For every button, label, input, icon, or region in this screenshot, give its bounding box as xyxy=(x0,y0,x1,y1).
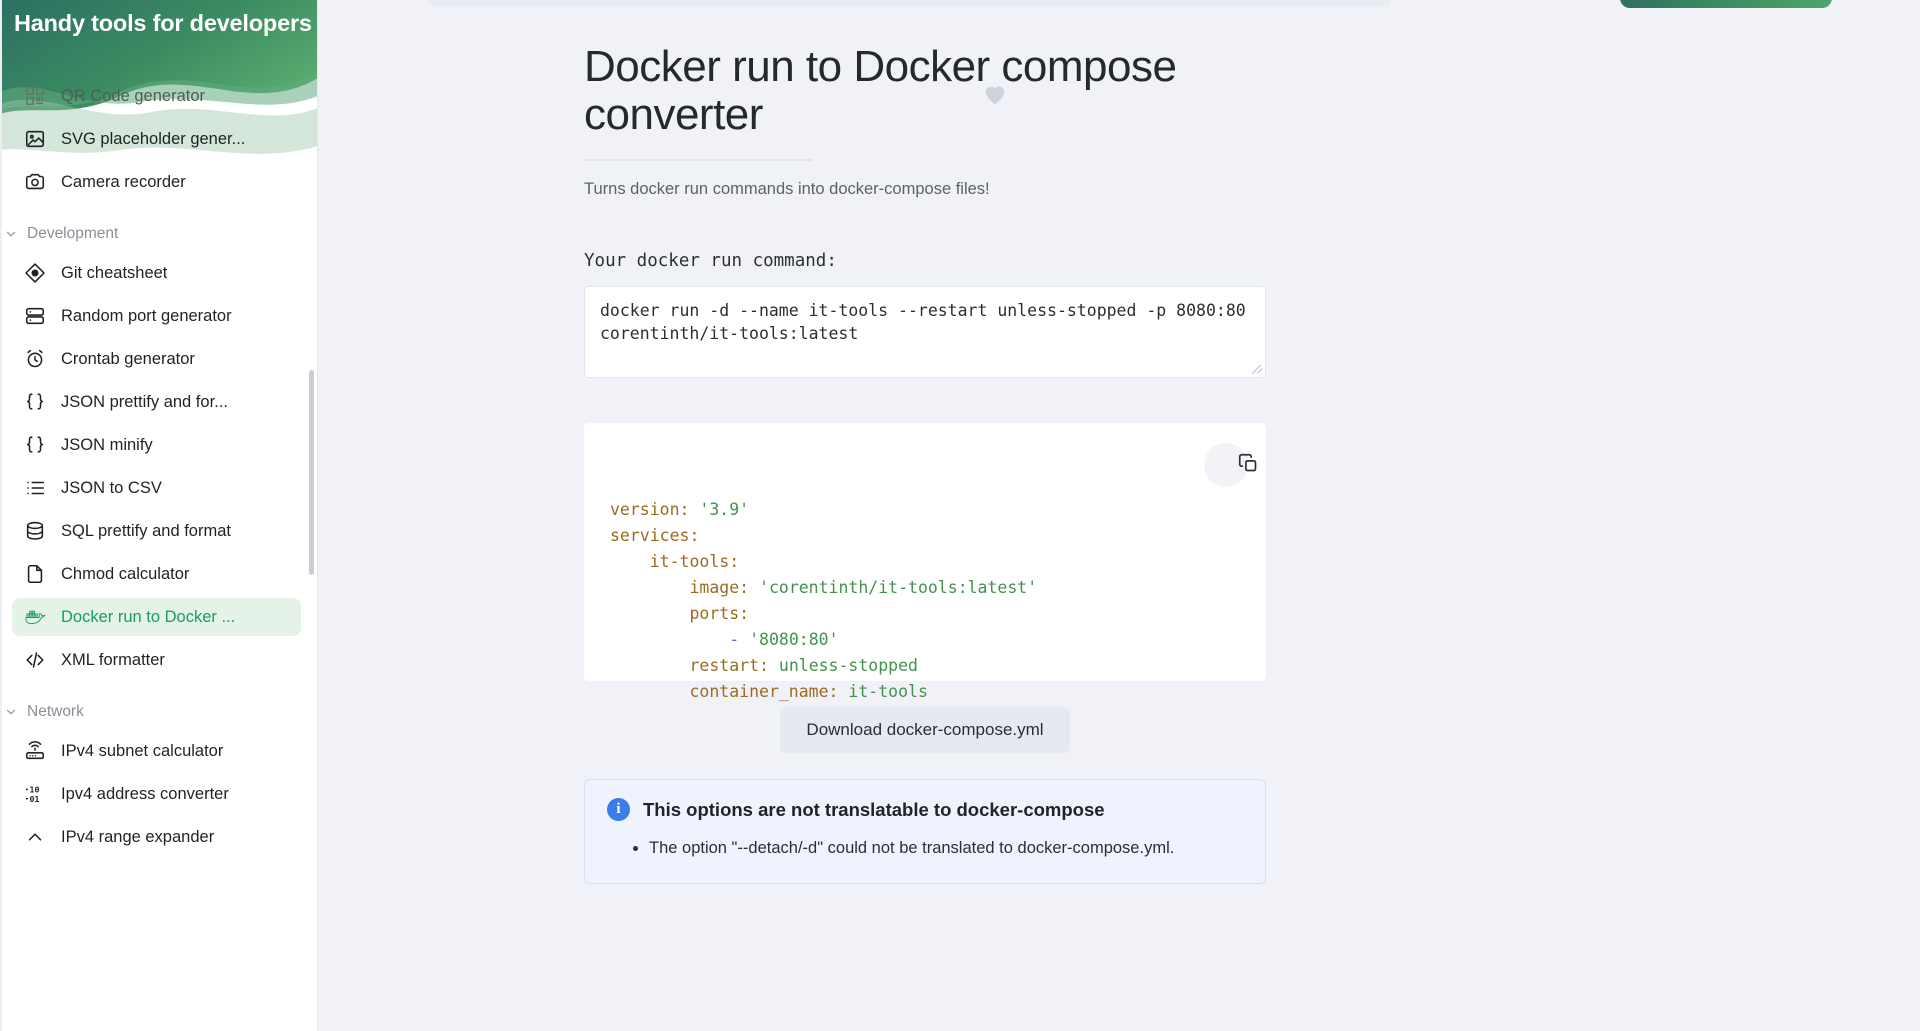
docker-icon xyxy=(24,606,46,628)
sidebar-item-camera-recorder[interactable]: Camera recorder xyxy=(12,163,301,201)
sidebar-item-git-cheatsheet[interactable]: Git cheatsheet xyxy=(12,254,301,292)
sidebar: Handy tools for developers QR Code gener… xyxy=(0,0,318,1031)
sidebar-item-label: IPv4 range expander xyxy=(61,827,215,846)
sidebar-item-label: JSON minify xyxy=(61,435,153,454)
sidebar-item-label: SQL prettify and format xyxy=(61,521,231,540)
sidebar-scroll-area[interactable]: QR Code generator SVG placeholder gener..… xyxy=(0,0,318,1031)
textarea-resize-handle[interactable] xyxy=(1252,362,1263,373)
router-icon xyxy=(24,740,46,762)
alert-title: This options are not translatable to doc… xyxy=(643,798,1105,820)
list-icon xyxy=(24,477,46,499)
database-icon xyxy=(24,520,46,542)
code-icon xyxy=(24,649,46,671)
info-icon: i xyxy=(607,798,630,821)
sidebar-item-label: Git cheatsheet xyxy=(61,263,168,282)
sidebar-item-label: JSON prettify and for... xyxy=(61,392,228,411)
chevron-down-icon xyxy=(3,226,19,242)
sidebar-item-docker-run-to-docker[interactable]: Docker run to Docker ... xyxy=(12,598,301,636)
braces-icon xyxy=(24,391,46,413)
sidebar-item-label: Docker run to Docker ... xyxy=(61,607,236,626)
tool-panel: Docker run to Docker compose converter T… xyxy=(584,0,1414,884)
sidebar-item-qr-code-generator[interactable]: QR Code generator xyxy=(12,77,301,115)
copy-icon xyxy=(1193,438,1258,492)
docker-run-input[interactable] xyxy=(584,286,1266,378)
alert-list-item: The option "--detach/-d" could not be tr… xyxy=(649,835,1243,861)
sidebar-item-ipv4-range-expander[interactable]: IPv4 range expander xyxy=(12,818,301,856)
sidebar-item-ipv4-subnet-calculator[interactable]: IPv4 subnet calculator xyxy=(12,732,301,770)
sidebar-group-label: Network xyxy=(27,703,84,720)
sidebar-item-label: XML formatter xyxy=(61,650,165,669)
untranslatable-options-alert: i This options are not translatable to d… xyxy=(584,779,1266,884)
sidebar-item-label: Ipv4 address converter xyxy=(61,784,229,803)
sidebar-group-label: Development xyxy=(27,225,119,242)
sidebar-group-network[interactable]: Network xyxy=(0,697,310,727)
sidebar-item-chmod-calculator[interactable]: Chmod calculator xyxy=(12,555,301,593)
sidebar-item-xml-formatter[interactable]: XML formatter xyxy=(12,641,301,679)
yaml-code-block: version: '3.9' services: it-tools: image… xyxy=(610,500,1038,701)
chevron-up-icon xyxy=(24,826,46,848)
sidebar-item-svg-placeholder-gener[interactable]: SVG placeholder gener... xyxy=(12,120,301,158)
sidebar-item-label: Random port generator xyxy=(61,306,232,325)
sidebar-item-random-port-generator[interactable]: Random port generator xyxy=(12,297,301,335)
sidebar-item-label: Chmod calculator xyxy=(61,564,190,583)
sidebar-item-label: IPv4 subnet calculator xyxy=(61,741,224,760)
sidebar-item-label: QR Code generator xyxy=(61,86,205,105)
sidebar-item-label: Crontab generator xyxy=(61,349,195,368)
sidebar-group-development[interactable]: Development xyxy=(0,219,310,249)
sidebar-item-crontab-generator[interactable]: Crontab generator xyxy=(12,340,301,378)
app-root: Handy tools for developers QR Code gener… xyxy=(0,0,1920,1031)
alarm-clock-icon xyxy=(24,348,46,370)
favorite-heart-icon[interactable] xyxy=(982,82,1008,108)
braces-icon xyxy=(24,434,46,456)
qr-code-icon xyxy=(24,85,46,107)
topbar-green-pill[interactable] xyxy=(1620,0,1832,8)
git-icon xyxy=(24,262,46,284)
sidebar-item-json-prettify-and-for[interactable]: JSON prettify and for... xyxy=(12,383,301,421)
title-divider xyxy=(584,159,812,161)
camera-icon xyxy=(24,171,46,193)
binary-icon: 10 01 xyxy=(24,783,46,805)
sidebar-item-label: JSON to CSV xyxy=(61,478,162,497)
sidebar-item-label: SVG placeholder gener... xyxy=(61,129,246,148)
page-subtitle: Turns docker run commands into docker-co… xyxy=(584,180,990,198)
docker-compose-output: version: '3.9' services: it-tools: image… xyxy=(584,423,1266,701)
sidebar-title: Handy tools for developers xyxy=(14,10,312,36)
main-content: Docker run to Docker compose converter T… xyxy=(318,0,1920,1031)
image-icon xyxy=(24,128,46,150)
sidebar-item-json-minify[interactable]: JSON minify xyxy=(12,426,301,464)
file-icon xyxy=(24,563,46,585)
copy-button[interactable] xyxy=(1204,443,1257,487)
command-input-label: Your docker run command: xyxy=(584,251,837,271)
server-icon xyxy=(24,305,46,327)
alert-header: i This options are not translatable to d… xyxy=(607,798,1243,821)
chevron-down-icon xyxy=(3,704,19,720)
page-title: Docker run to Docker compose converter xyxy=(584,42,1177,139)
sidebar-scrollbar[interactable] xyxy=(309,370,314,575)
sidebar-edge-divider xyxy=(317,0,318,1031)
sidebar-item-json-to-csv[interactable]: JSON to CSV xyxy=(12,469,301,507)
svg-text:01: 01 xyxy=(30,794,40,804)
alert-item-list: The option "--detach/-d" could not be tr… xyxy=(649,835,1243,861)
sidebar-item-sql-prettify-and-format[interactable]: SQL prettify and format xyxy=(12,512,301,550)
sidebar-item-label: Camera recorder xyxy=(61,172,186,191)
sidebar-item-ipv4-address-converter[interactable]: 10 01 Ipv4 address converter xyxy=(12,775,301,813)
